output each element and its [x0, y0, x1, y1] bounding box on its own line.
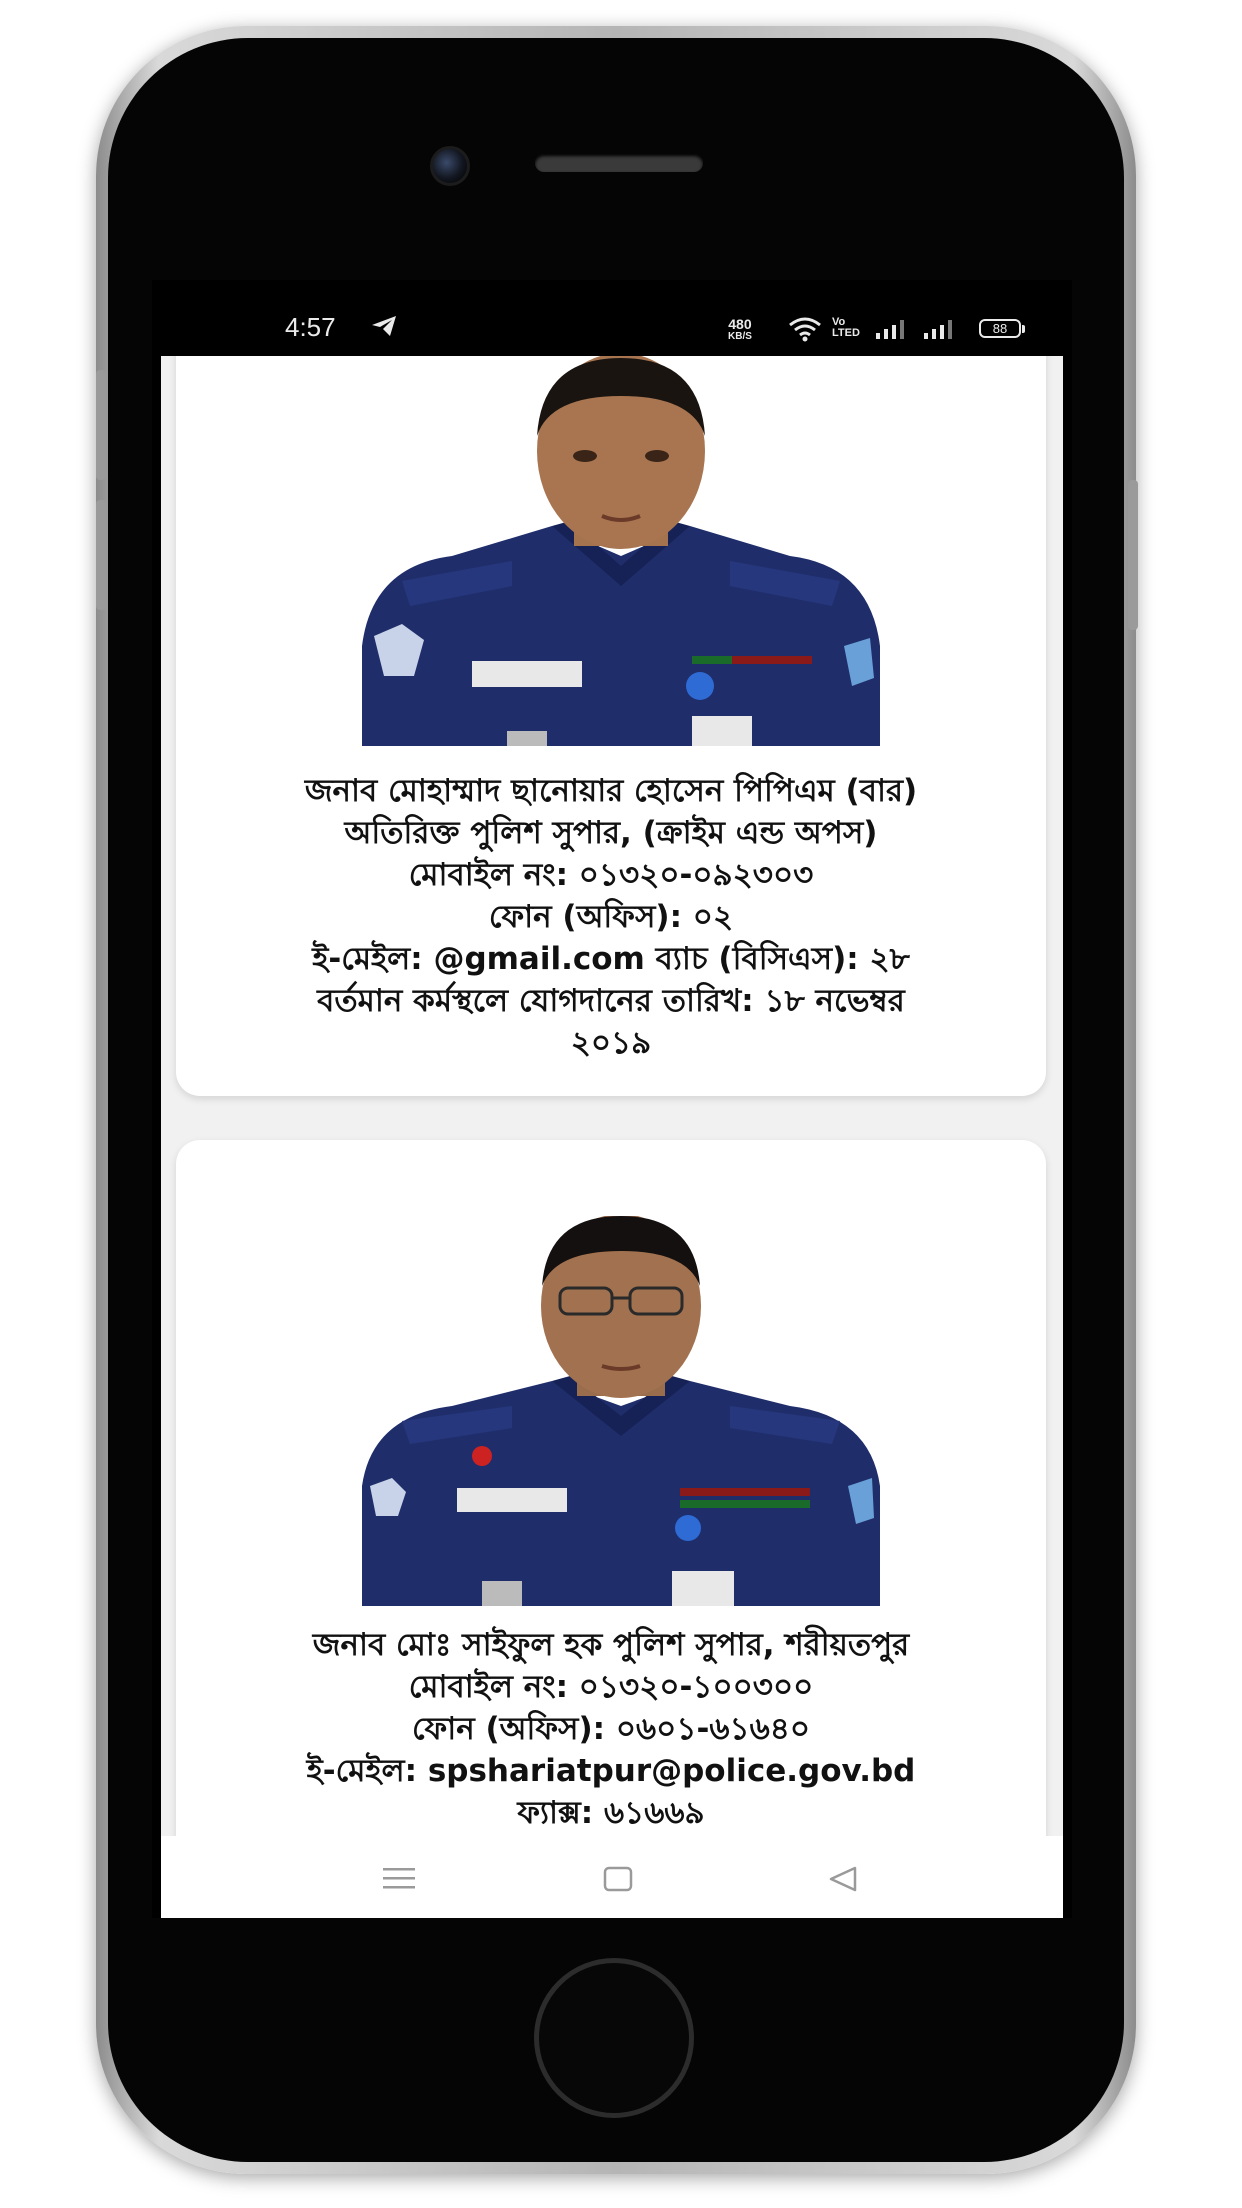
officer-mobile[interactable]: মোবাইল নং: ০১৩২০-১০০৩০০	[176, 1666, 1046, 1708]
officer-name: জনাব মোঃ সাইফুল হক পুলিশ সুপার, শরীয়তপু…	[312, 1627, 910, 1663]
android-nav-bar	[161, 1836, 1063, 1918]
officer-designation: অতিরিক্ত পুলিশ সুপার, (ক্রাইম এন্ড অপস)	[344, 815, 878, 851]
home-button[interactable]	[534, 1958, 694, 2118]
officer-fax: ফ্যাক্স: ৬১৬৬৯	[517, 1795, 705, 1831]
volume-up-button	[96, 370, 106, 480]
phone-screen: 4:57 480 KB/S Vo LTED 88 জনাব মোহাম্মাদ …	[152, 280, 1072, 1918]
officer-info: জনাব মোঃ সাইফুল হক পুলিশ সুপার, শরীয়তপু…	[176, 1624, 1046, 1834]
officer-joining-year: ২০১৯	[570, 1025, 652, 1061]
wifi-icon	[789, 317, 821, 342]
officer-mobile[interactable]: মোবাইল নং: ০১৩২০-০৯২৩০৩	[176, 854, 1046, 896]
officer-photo	[362, 1216, 880, 1606]
officer-photo	[362, 356, 880, 746]
officer-joining-date: বর্তমান কর্মস্থলে যোগদানের তারিখ: ১৮ নভে…	[317, 983, 905, 1019]
volume-down-button	[96, 500, 106, 610]
officer-card: জনাব মোহাম্মাদ ছানোয়ার হোসেন পিপিএম (বা…	[176, 356, 1046, 1096]
earpiece-speaker	[535, 154, 703, 172]
officer-list[interactable]: জনাব মোহাম্মাদ ছানোয়ার হোসেন পিপিএম (বা…	[161, 356, 1063, 1836]
status-bar: 4:57 480 KB/S Vo LTED 88	[152, 280, 1072, 356]
home-square-icon[interactable]	[603, 1866, 633, 1892]
officer-email[interactable]: ই-মেইল: spshariatpur@police.gov.bd	[176, 1750, 1046, 1792]
officer-card: জনাব মোঃ সাইফুল হক পুলিশ সুপার, শরীয়তপু…	[176, 1140, 1046, 1836]
officer-name: জনাব মোহাম্মাদ ছানোয়ার হোসেন পিপিএম (বা…	[304, 773, 918, 809]
officer-info: জনাব মোহাম্মাদ ছানোয়ার হোসেন পিপিএম (বা…	[176, 770, 1046, 1064]
network-speed: 480 KB/S	[728, 316, 752, 342]
signal-icon	[924, 320, 952, 339]
officer-email-batch[interactable]: ই-মেইল: @gmail.com ব্যাচ (বিসিএস): ২৮	[176, 938, 1046, 980]
back-triangle-icon[interactable]	[828, 1865, 858, 1893]
battery-icon: 88	[979, 319, 1025, 338]
officer-phone[interactable]: ফোন (অফিস): ০২	[176, 896, 1046, 938]
officer-phone[interactable]: ফোন (অফিস): ০৬০১-৬১৬৪০	[176, 1708, 1046, 1750]
volte-indicator: Vo LTED	[832, 316, 860, 339]
menu-icon[interactable]	[383, 1866, 415, 1890]
signal-icon	[876, 320, 904, 339]
telegram-icon	[372, 316, 396, 336]
power-button	[1128, 480, 1138, 630]
front-camera	[430, 146, 470, 186]
status-time: 4:57	[285, 312, 336, 342]
